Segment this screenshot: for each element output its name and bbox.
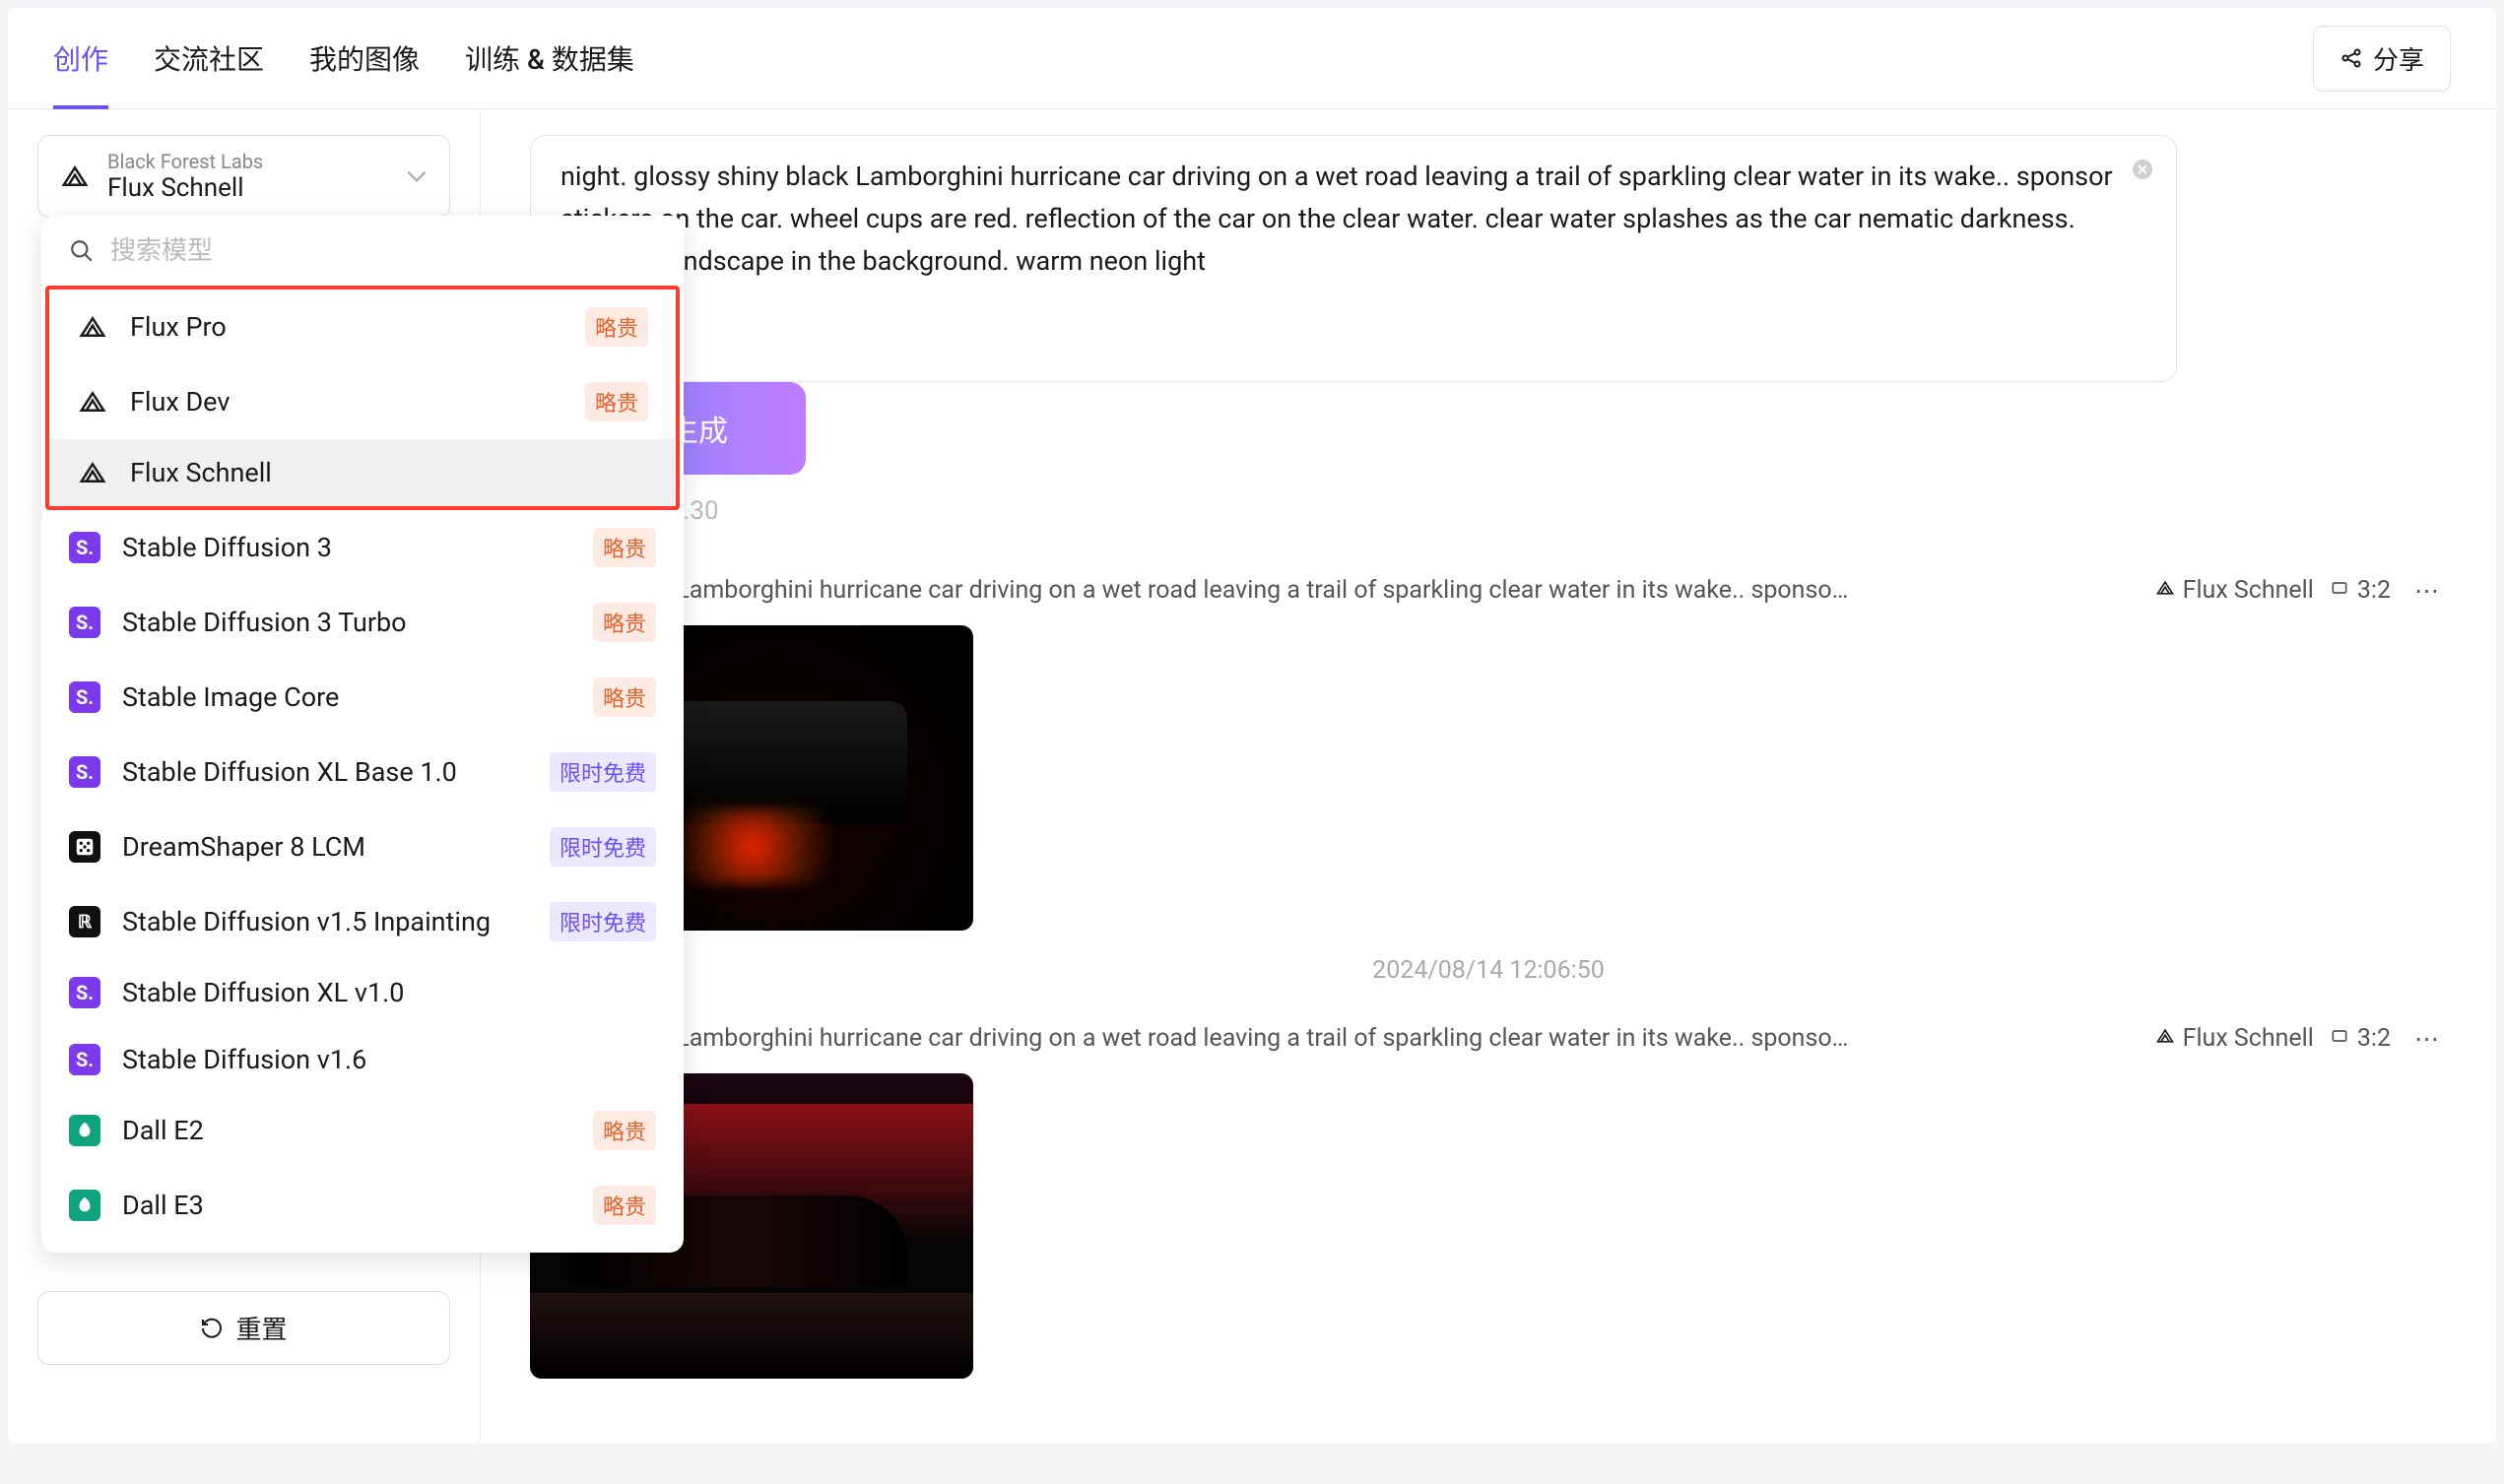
model-badge: 略贵 xyxy=(593,603,656,642)
model-option-label: Dall E2 xyxy=(122,1115,571,1146)
model-option[interactable]: S. Stable Diffusion XL Base 1.0 限时免费 xyxy=(41,735,684,809)
sd-icon: S. xyxy=(69,532,100,563)
sidebar: Black Forest Labs Flux Schnell Flux Pro略… xyxy=(8,109,481,1444)
flux-icon xyxy=(77,386,108,418)
model-badge: 略贵 xyxy=(593,1186,656,1225)
highlighted-group: Flux Pro 略贵 Flux Dev 略贵 Flux Schnell xyxy=(45,286,680,510)
tab-my-images[interactable]: 我的图像 xyxy=(309,8,420,109)
history-list: y shiny black Lamborghini hurricane car … xyxy=(530,576,2447,1379)
sd-icon: S. xyxy=(69,977,100,1008)
sd-icon: S. xyxy=(69,681,100,713)
more-icon: ⋯ xyxy=(2414,1025,2439,1054)
prompt-text[interactable]: night. glossy shiny black Lamborghini hu… xyxy=(560,156,2146,284)
model-option-label: Stable Diffusion v1.5 Inpainting xyxy=(122,906,528,937)
model-option[interactable]: Flux Dev 略贵 xyxy=(49,364,676,439)
model-vendor: Black Forest Labs xyxy=(107,150,388,173)
history-item: y shiny black Lamborghini hurricane car … xyxy=(530,1024,2447,1379)
flux-icon xyxy=(2155,576,2175,605)
chevron-down-icon xyxy=(406,169,428,183)
model-badge: 略贵 xyxy=(585,307,648,347)
share-label: 分享 xyxy=(2373,40,2424,77)
history-model: Flux Schnell xyxy=(2155,1024,2314,1053)
model-option-label: DreamShaper 8 LCM xyxy=(122,831,528,863)
sd-icon: S. xyxy=(69,756,100,788)
history-ratio: 3:2 xyxy=(2330,1024,2391,1053)
tab-train-dataset[interactable]: 训练 & 数据集 xyxy=(465,8,634,109)
model-option[interactable]: Flux Schnell xyxy=(49,439,676,506)
model-option-label: Flux Dev xyxy=(130,386,563,418)
history-more-button[interactable]: ⋯ xyxy=(2406,1024,2447,1054)
share-icon xyxy=(2339,46,2363,70)
model-option[interactable]: ℝ Stable Diffusion v1.5 Inpainting 限时免费 xyxy=(41,884,684,959)
flux-icon xyxy=(77,457,108,488)
flux-icon xyxy=(77,311,108,343)
history-more-button[interactable]: ⋯ xyxy=(2406,576,2447,606)
search-input[interactable] xyxy=(110,235,656,266)
model-option-label: Stable Diffusion XL Base 1.0 xyxy=(122,756,528,788)
top-tabs: 创作 交流社区 我的图像 训练 & 数据集 分享 xyxy=(8,8,2496,109)
main-panel: night. glossy shiny black Lamborghini hu… xyxy=(481,109,2496,1444)
model-option-label: Dall E3 xyxy=(122,1190,571,1221)
model-option[interactable]: Dall E3 略贵 xyxy=(41,1168,684,1243)
ds-icon xyxy=(69,831,100,863)
model-badge: 略贵 xyxy=(585,382,648,421)
history-model: Flux Schnell xyxy=(2155,576,2314,605)
search-icon xyxy=(69,238,95,264)
more-icon: ⋯ xyxy=(2414,577,2439,606)
model-option-label: Stable Diffusion XL v1.0 xyxy=(122,977,656,1008)
history-prompt: y shiny black Lamborghini hurricane car … xyxy=(530,576,2140,605)
model-list: Flux Pro 略贵 Flux Dev 略贵 Flux Schnell S. Stable… xyxy=(41,286,684,1243)
ratio-icon xyxy=(2330,1024,2349,1053)
reset-icon xyxy=(200,1317,224,1340)
model-badge: 限时免费 xyxy=(550,902,656,941)
history-timestamp: 2024/08/14 12:06:50 xyxy=(530,956,2447,985)
sd-icon: S. xyxy=(69,1044,100,1075)
model-option-label: Flux Pro xyxy=(130,311,563,343)
model-dropdown: Flux Pro 略贵 Flux Dev 略贵 Flux Schnell S. Stable… xyxy=(41,216,684,1253)
model-badge: 略贵 xyxy=(593,1111,656,1150)
model-option[interactable]: S. Stable Image Core 略贵 xyxy=(41,660,684,735)
tab-create[interactable]: 创作 xyxy=(53,8,108,109)
model-name: Flux Schnell xyxy=(107,173,388,203)
dall-icon xyxy=(69,1190,100,1221)
model-option-label: Stable Diffusion 3 Turbo xyxy=(122,607,571,638)
reset-button[interactable]: 重置 xyxy=(37,1291,450,1365)
model-option-label: Flux Schnell xyxy=(130,457,648,488)
model-option[interactable]: S. Stable Diffusion XL v1.0 xyxy=(41,959,684,1026)
dall-icon xyxy=(69,1115,100,1146)
clear-prompt-button[interactable] xyxy=(2131,158,2154,185)
history-item: y shiny black Lamborghini hurricane car … xyxy=(530,576,2447,985)
model-logo-icon xyxy=(60,161,90,191)
prompt-box[interactable]: night. glossy shiny black Lamborghini hu… xyxy=(530,135,2177,382)
sd-icon: S. xyxy=(69,607,100,638)
history-prompt: y shiny black Lamborghini hurricane car … xyxy=(530,1024,2140,1053)
ratio-icon xyxy=(2330,576,2349,605)
reset-label: 重置 xyxy=(235,1310,287,1346)
model-badge: 略贵 xyxy=(593,528,656,567)
share-button[interactable]: 分享 xyxy=(2313,26,2451,92)
tab-community[interactable]: 交流社区 xyxy=(154,8,264,109)
model-option[interactable]: S. Stable Diffusion v1.6 xyxy=(41,1026,684,1093)
model-option[interactable]: Flux Pro 略贵 xyxy=(49,290,676,364)
model-select[interactable]: Black Forest Labs Flux Schnell xyxy=(37,135,450,218)
flux-icon xyxy=(2155,1024,2175,1053)
sdin-icon: ℝ xyxy=(69,906,100,937)
model-option-label: Stable Diffusion v1.6 xyxy=(122,1044,656,1075)
model-option-label: Stable Diffusion 3 xyxy=(122,532,571,563)
model-option[interactable]: DreamShaper 8 LCM 限时免费 xyxy=(41,809,684,884)
model-badge: 限时免费 xyxy=(550,827,656,867)
model-option[interactable]: S. Stable Diffusion 3 略贵 xyxy=(41,510,684,585)
model-badge: 限时免费 xyxy=(550,752,656,792)
history-ratio: 3:2 xyxy=(2330,576,2391,605)
model-option[interactable]: Dall E2 略贵 xyxy=(41,1093,684,1168)
model-option-label: Stable Image Core xyxy=(122,681,571,713)
model-option[interactable]: S. Stable Diffusion 3 Turbo 略贵 xyxy=(41,585,684,660)
model-badge: 略贵 xyxy=(593,677,656,717)
close-icon xyxy=(2131,158,2154,181)
